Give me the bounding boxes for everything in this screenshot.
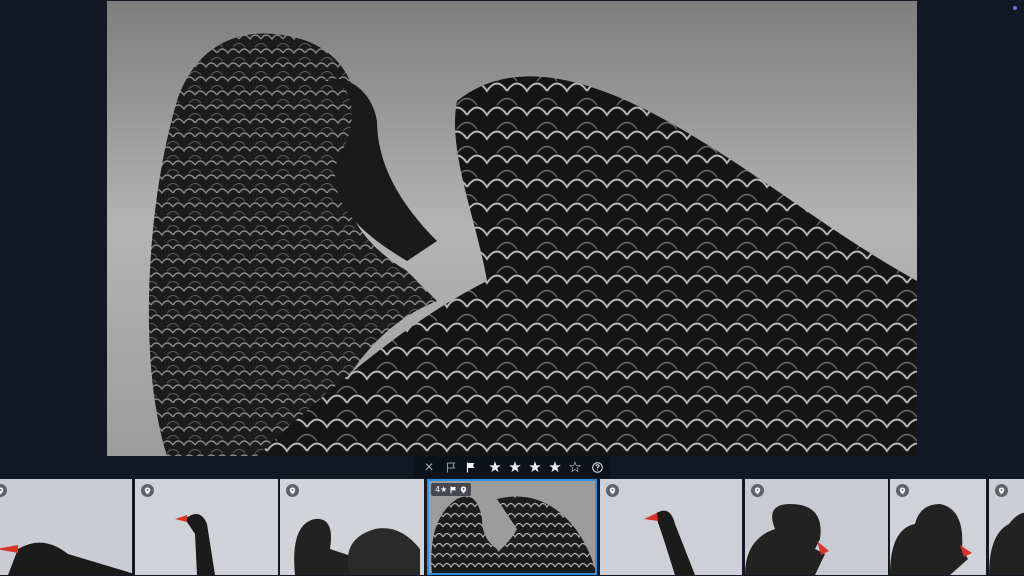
main-photo-preview[interactable]	[107, 1, 917, 456]
thumbnail-image	[745, 479, 888, 575]
help-button[interactable]	[589, 456, 605, 478]
flag-filled-icon	[466, 462, 475, 472]
filmstrip-thumbnail[interactable]	[989, 479, 1024, 575]
thumbnail-location-badge	[286, 484, 299, 497]
thumbnail-location-badge	[141, 484, 154, 497]
thumbnail-location-badge	[751, 484, 764, 497]
location-pin-icon	[998, 487, 1005, 494]
thumbnail-image	[280, 479, 424, 575]
star-4-button[interactable]: ★	[545, 456, 565, 478]
help-circle-icon	[591, 461, 603, 473]
unflag-button[interactable]	[440, 456, 462, 478]
location-pin-icon	[899, 487, 906, 494]
thumbnail-location-badge	[606, 484, 619, 497]
pick-button[interactable]	[462, 456, 480, 478]
filmstrip-thumbnail[interactable]	[280, 479, 424, 575]
star-3-button[interactable]: ★	[525, 456, 545, 478]
star-rating: ★ ★ ★ ★ ☆	[485, 456, 585, 478]
thumbnail-image	[600, 479, 742, 575]
thumbnail-info-badge: 4★	[431, 483, 472, 496]
location-pin-icon	[461, 486, 467, 493]
thumbnail-image	[0, 479, 132, 575]
location-pin-icon	[0, 487, 4, 494]
location-pin-icon	[609, 487, 616, 494]
star-2-button[interactable]: ★	[505, 456, 525, 478]
star-1-button[interactable]: ★	[485, 456, 505, 478]
flag-outline-icon	[446, 461, 456, 472]
thumbnail-image	[135, 479, 278, 575]
swan-photo	[107, 1, 917, 456]
location-pin-icon	[289, 487, 296, 494]
flag-filled-icon	[450, 486, 457, 493]
thumbnail-rating: 4★	[435, 485, 448, 494]
filmstrip-thumbnail[interactable]	[135, 479, 278, 575]
filmstrip-thumbnail[interactable]	[745, 479, 888, 575]
filmstrip-thumbnail[interactable]	[890, 479, 986, 575]
filmstrip[interactable]: 4★	[0, 478, 1024, 576]
star-5-button[interactable]: ☆	[565, 456, 585, 478]
thumbnail-location-badge	[896, 484, 909, 497]
thumbnail-location-badge	[995, 484, 1008, 497]
close-icon: ✕	[423, 460, 435, 474]
rating-toolbar: ✕ ★ ★ ★ ★ ☆	[414, 456, 610, 478]
status-dot	[1013, 6, 1017, 10]
filmstrip-thumbnail[interactable]	[600, 479, 742, 575]
reject-button[interactable]: ✕	[422, 456, 436, 478]
filmstrip-thumbnail[interactable]: 4★	[427, 479, 597, 575]
filmstrip-thumbnail[interactable]	[0, 479, 132, 575]
photo-viewer: ✕ ★ ★ ★ ★ ☆ 4★	[0, 0, 1024, 576]
location-pin-icon	[144, 487, 151, 494]
location-pin-icon	[754, 487, 761, 494]
